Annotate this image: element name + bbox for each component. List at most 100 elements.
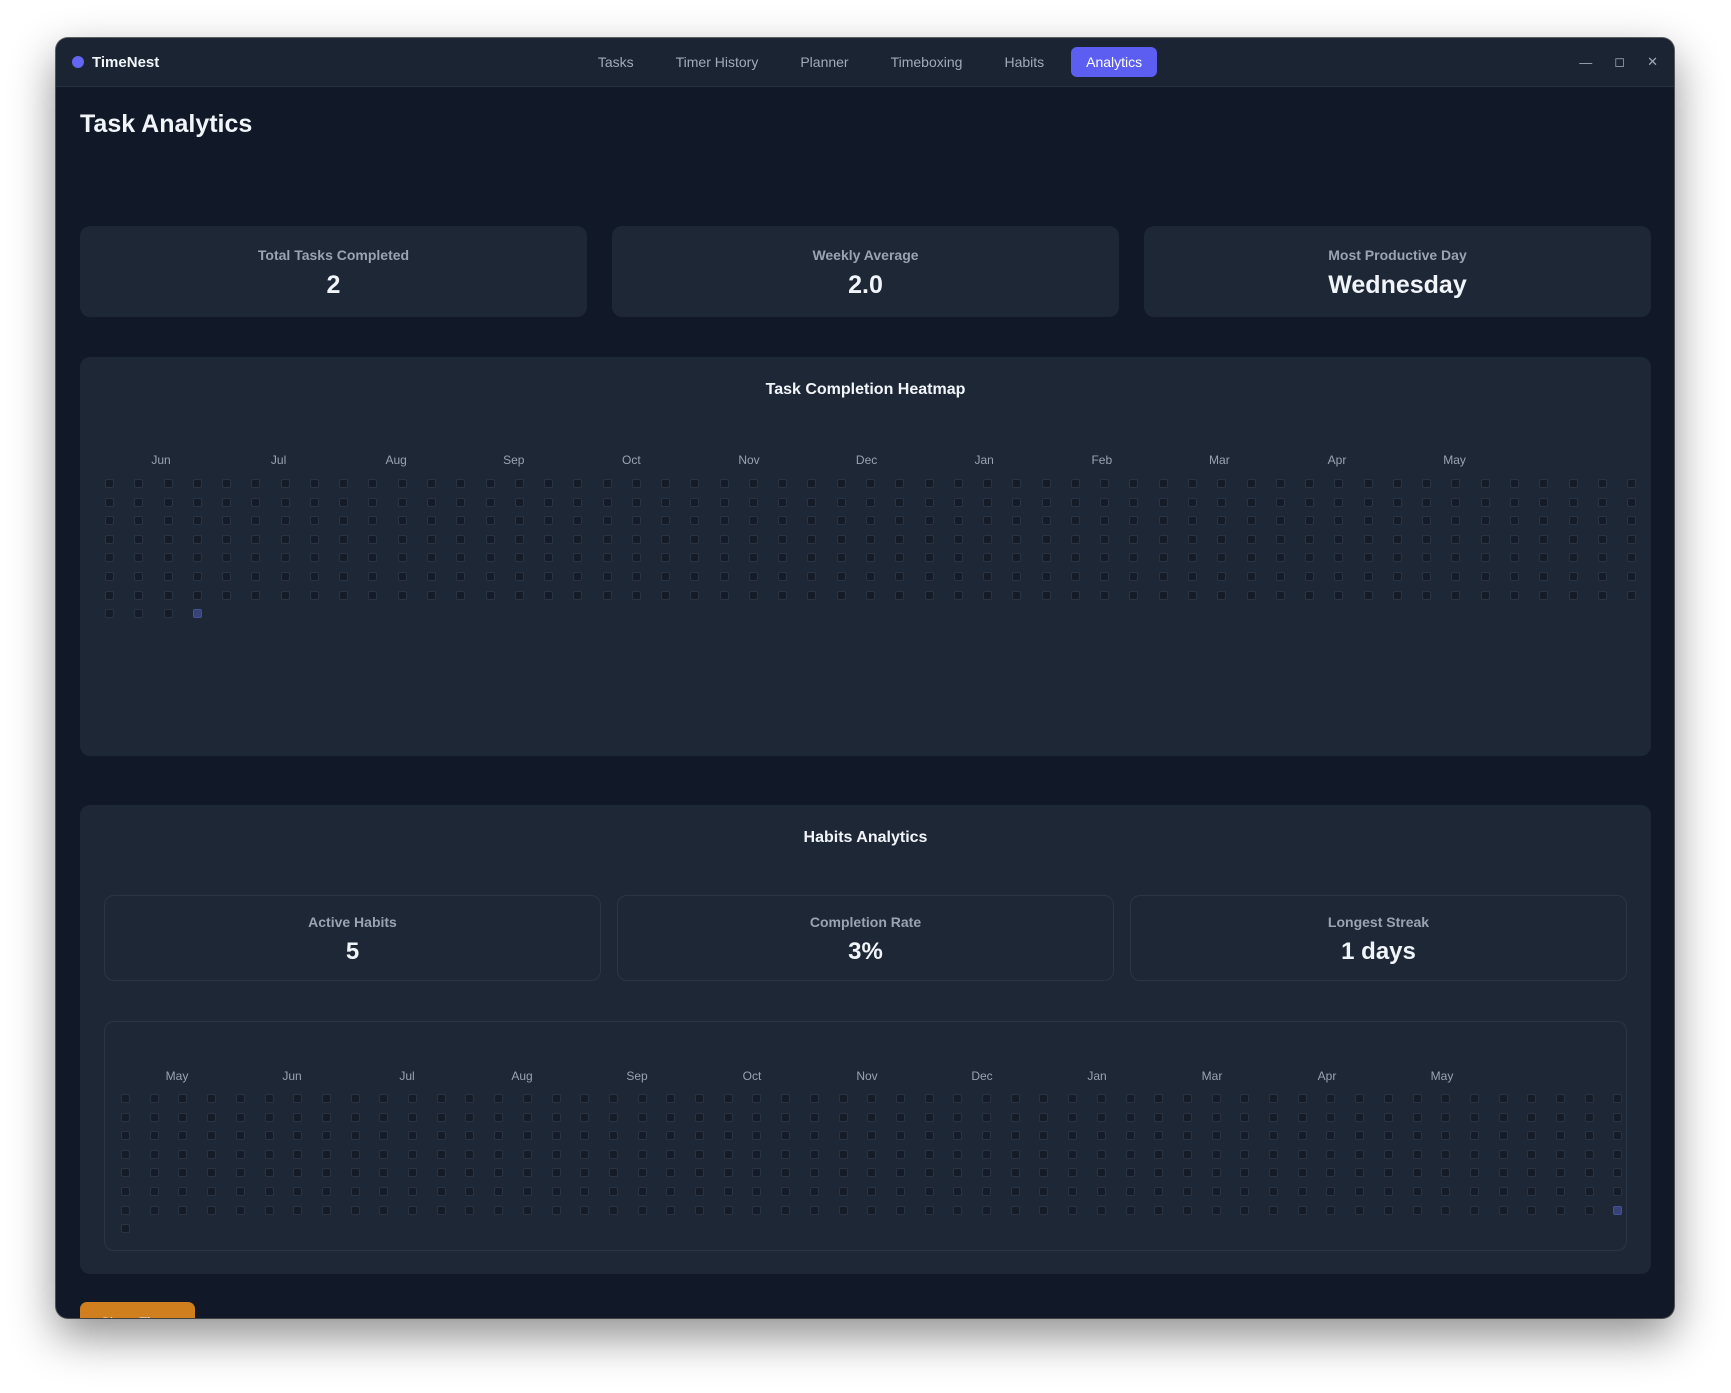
- task-heatmap-cell: [661, 553, 671, 563]
- task-heatmap-cell: [690, 497, 700, 507]
- habit-heatmap-cell: [1412, 1131, 1422, 1141]
- habit-heatmap-cell: [1469, 1187, 1479, 1196]
- habit-heatmap-cell: [1584, 1094, 1594, 1103]
- habit-heatmap-cell: [1355, 1131, 1365, 1141]
- task-heatmap-cell: [1187, 553, 1197, 563]
- habit-heatmap-cell: [1240, 1187, 1250, 1196]
- habit-heatmap-cell: [1010, 1131, 1020, 1141]
- habit-heatmap-cell: [293, 1094, 303, 1103]
- task-heatmap-cell: [983, 479, 993, 488]
- task-heatmap-cell: [544, 516, 554, 526]
- task-heatmap-cell: [251, 572, 261, 581]
- task-heatmap-cell: [924, 590, 934, 600]
- habit-heatmap-cell: [1068, 1205, 1078, 1215]
- habit-heatmap-cell: [608, 1187, 618, 1196]
- task-heatmap-cell: [192, 553, 202, 563]
- habit-heatmap-cell: [1154, 1094, 1164, 1103]
- task-heatmap-cell: [222, 553, 232, 563]
- habit-heatmap-cell: [121, 1112, 130, 1122]
- task-heatmap-cell: [1509, 479, 1519, 488]
- habit-heatmap-cell: [1096, 1168, 1106, 1178]
- task-heatmap-cell: [1217, 572, 1227, 581]
- habit-heatmap-cell: [1182, 1131, 1192, 1141]
- tab-tasks[interactable]: Tasks: [583, 47, 649, 77]
- task-heatmap-cell: [1627, 553, 1637, 563]
- task-heatmap-cell: [339, 553, 349, 563]
- habit-heatmap-month-label: Jan: [1087, 1069, 1107, 1083]
- task-heatmap-cell: [309, 479, 319, 488]
- task-heatmap-cell: [456, 534, 466, 544]
- task-heatmap-cell: [1246, 590, 1256, 600]
- task-heatmap-cell: [953, 479, 963, 488]
- task-heatmap-cell: [251, 534, 261, 544]
- task-heatmap-cell: [544, 572, 554, 581]
- habit-heatmap-cell: [321, 1131, 331, 1141]
- habit-heatmap-cell: [1297, 1149, 1307, 1159]
- habit-heatmap-cell: [1297, 1187, 1307, 1196]
- task-heatmap-cell: [1187, 497, 1197, 507]
- task-heatmap-cell: [1568, 479, 1578, 488]
- habit-heatmap-cell: [895, 1112, 905, 1122]
- task-heatmap-cell: [163, 497, 173, 507]
- task-heatmap-cell: [368, 516, 378, 526]
- task-heatmap-cell: [1187, 534, 1197, 544]
- habit-heatmap-cell: [1154, 1187, 1164, 1196]
- task-heatmap-cell: [397, 479, 407, 488]
- task-heatmap-cell: [514, 553, 524, 563]
- show-timer-button[interactable]: Show Timer: [80, 1302, 195, 1318]
- task-heatmap-cell: [1070, 516, 1080, 526]
- task-heatmap-cell: [778, 553, 788, 563]
- task-heatmap-month-label: Apr: [1327, 453, 1347, 467]
- task-heatmap-cell: [1275, 497, 1285, 507]
- habit-heatmap-cell: [1441, 1168, 1451, 1178]
- task-heatmap-cell: [368, 479, 378, 488]
- task-heatmap-cell: [1539, 516, 1549, 526]
- habit-heatmap-cell: [1412, 1149, 1422, 1159]
- habit-heatmap-cell: [121, 1149, 130, 1159]
- task-heatmap-cell: [719, 497, 729, 507]
- habit-heatmap-cell: [666, 1131, 676, 1141]
- habit-heatmap-cell: [1527, 1112, 1537, 1122]
- task-heatmap-cell: [1451, 590, 1461, 600]
- task-heatmap-cell: [1627, 479, 1637, 488]
- task-heatmap-cell: [251, 497, 261, 507]
- habit-heatmap-cell: [1096, 1149, 1106, 1159]
- habit-heatmap-month-label: Jul: [399, 1069, 415, 1083]
- habit-heatmap-cell: [867, 1094, 877, 1103]
- task-heatmap-cell: [1392, 572, 1402, 581]
- habit-heatmap-cell: [1068, 1131, 1078, 1141]
- habit-heatmap-cell: [781, 1168, 791, 1178]
- habit-heatmap-cell: [235, 1094, 245, 1103]
- habit-heatmap-cell: [1211, 1112, 1221, 1122]
- maximize-icon[interactable]: ◻: [1614, 54, 1625, 70]
- task-heatmap-cell: [1041, 553, 1051, 563]
- habit-heatmap-cell: [1039, 1187, 1049, 1196]
- task-heatmap-cell: [544, 534, 554, 544]
- minimize-icon[interactable]: —: [1579, 55, 1592, 70]
- tab-timer-history[interactable]: Timer History: [661, 47, 774, 77]
- task-heatmap-cell: [895, 553, 905, 563]
- task-heatmap-cell: [134, 609, 144, 619]
- habit-heatmap-cell: [608, 1168, 618, 1178]
- task-heatmap-cell: [251, 553, 261, 563]
- task-heatmap-cell: [1422, 497, 1432, 507]
- habit-heatmap-cell: [1240, 1094, 1250, 1103]
- habit-heatmap-cell: [1469, 1112, 1479, 1122]
- title-bar: TimeNest Tasks Timer History Planner Tim…: [56, 38, 1674, 87]
- close-icon[interactable]: ✕: [1647, 54, 1658, 70]
- tab-planner[interactable]: Planner: [785, 47, 863, 77]
- habit-heatmap-cell: [1039, 1149, 1049, 1159]
- task-heatmap-cell: [1334, 553, 1344, 563]
- task-heatmap-cell: [1597, 553, 1607, 563]
- tab-habits[interactable]: Habits: [989, 47, 1059, 77]
- habit-heatmap-cell: [924, 1094, 934, 1103]
- habit-heatmap-cell: [809, 1112, 819, 1122]
- task-heatmap-cell: [719, 553, 729, 563]
- task-heatmap-cell: [544, 553, 554, 563]
- tab-analytics[interactable]: Analytics: [1071, 47, 1158, 77]
- tab-timeboxing[interactable]: Timeboxing: [876, 47, 978, 77]
- habit-heatmap-cell: [895, 1149, 905, 1159]
- task-heatmap-cell: [895, 479, 905, 488]
- task-heatmap-cell: [485, 590, 495, 600]
- habit-heatmap-cell: [867, 1112, 877, 1122]
